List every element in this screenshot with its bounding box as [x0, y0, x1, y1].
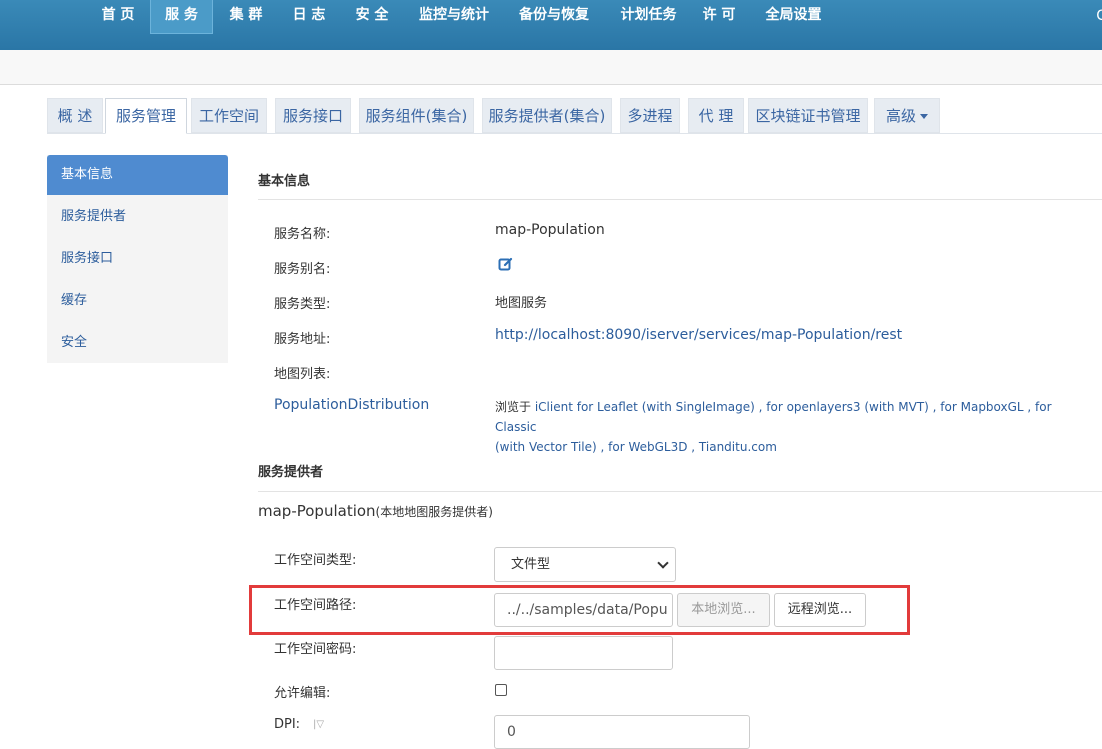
nav-services[interactable]: 服 务 [150, 0, 213, 34]
sub-bar [0, 50, 1102, 85]
nav-overflow-text: C [1096, 8, 1102, 24]
local-browse-button[interactable]: 本地浏览... [677, 593, 770, 627]
service-url-link[interactable]: http://localhost:8090/iserver/services/m… [495, 327, 902, 343]
provider-type: (本地地图服务提供者) [375, 505, 493, 519]
service-name-label: 服务名称: [274, 227, 331, 242]
nav-logs[interactable]: 日 志 [281, 0, 337, 34]
dpi-label: DPI: [274, 717, 301, 732]
service-type-value: 地图服务 [495, 296, 548, 311]
nav-monitoring[interactable]: 监控与统计 [409, 0, 499, 34]
workspace-type-selected: 文件型 [511, 557, 551, 572]
top-navigation: 首 页 服 务 集 群 日 志 安 全 监控与统计 备份与恢复 计划任务 许 可… [0, 0, 1102, 50]
workspace-path-input[interactable]: ../../samples/data/Popu [494, 593, 673, 627]
tab-blockchain-cert[interactable]: 区块链证书管理 [748, 98, 868, 133]
basic-info-title: 基本信息 [258, 174, 311, 189]
dropdown-hint-icon: |▽ [313, 719, 325, 730]
allow-edit-label: 允许编辑: [274, 686, 331, 701]
browse-links: 浏览于 iClient for Leaflet (with SingleImag… [495, 397, 1095, 457]
browse-links-line1[interactable]: iClient for Leaflet (with SingleImage) ,… [495, 400, 1052, 434]
map-list-label: 地图列表: [274, 367, 331, 382]
chevron-down-icon [657, 557, 669, 569]
provider-title: 服务提供者 [258, 465, 324, 480]
nav-security[interactable]: 安 全 [344, 0, 400, 34]
map-name-link[interactable]: PopulationDistribution [274, 397, 429, 413]
nav-global-settings[interactable]: 全局设置 [756, 0, 831, 34]
nav-home[interactable]: 首 页 [90, 0, 146, 34]
service-url-label: 服务地址: [274, 332, 331, 347]
sidebar-item-service-interface[interactable]: 服务接口 [47, 239, 228, 279]
provider-name: map-Population [258, 502, 376, 520]
tab-advanced[interactable]: 高级 [874, 98, 940, 133]
tab-service-components[interactable]: 服务组件(集合) [359, 98, 474, 133]
workspace-password-input[interactable] [494, 636, 673, 670]
sidebar-item-cache[interactable]: 缓存 [47, 281, 228, 321]
allow-edit-checkbox[interactable] [495, 684, 507, 696]
sidebar-item-basic-info[interactable]: 基本信息 [47, 155, 228, 195]
service-name-value: map-Population [495, 222, 605, 238]
divider [258, 491, 1102, 492]
tab-overview[interactable]: 概 述 [47, 98, 103, 133]
nav-scheduled-tasks[interactable]: 计划任务 [611, 0, 686, 34]
divider [258, 199, 1102, 200]
service-type-label: 服务类型: [274, 297, 331, 312]
browse-links-line2[interactable]: (with Vector Tile) , for WebGL3D , Tiand… [495, 440, 777, 454]
edit-icon[interactable] [498, 256, 514, 272]
workspace-password-label: 工作空间密码: [274, 642, 357, 657]
tab-service-interface[interactable]: 服务接口 [275, 98, 351, 133]
nav-license[interactable]: 许 可 [694, 0, 744, 34]
browse-prefix: 浏览于 [495, 400, 535, 414]
tab-workspace[interactable]: 工作空间 [191, 98, 267, 133]
tab-service-management[interactable]: 服务管理 [105, 98, 187, 134]
nav-cluster[interactable]: 集 群 [218, 0, 274, 34]
provider-heading: map-Population(本地地图服务提供者) [258, 502, 493, 520]
tab-multiprocess[interactable]: 多进程 [620, 98, 680, 133]
sidebar-item-service-provider[interactable]: 服务提供者 [47, 197, 228, 237]
caret-down-icon [920, 114, 928, 119]
remote-browse-button[interactable]: 远程浏览... [774, 593, 866, 627]
tab-proxy[interactable]: 代 理 [688, 98, 744, 133]
tab-service-providers[interactable]: 服务提供者(集合) [482, 98, 612, 133]
sidebar: 基本信息 服务提供者 服务接口 缓存 安全 [47, 155, 228, 363]
nav-backup[interactable]: 备份与恢复 [509, 0, 599, 34]
dpi-input[interactable]: 0 [494, 715, 750, 749]
workspace-path-label: 工作空间路径: [274, 598, 357, 613]
workspace-type-label: 工作空间类型: [274, 553, 357, 568]
workspace-type-select[interactable]: 文件型 [494, 547, 676, 582]
sidebar-item-security[interactable]: 安全 [47, 323, 228, 363]
tab-advanced-label: 高级 [885, 107, 916, 125]
service-alias-label: 服务别名: [274, 262, 331, 277]
